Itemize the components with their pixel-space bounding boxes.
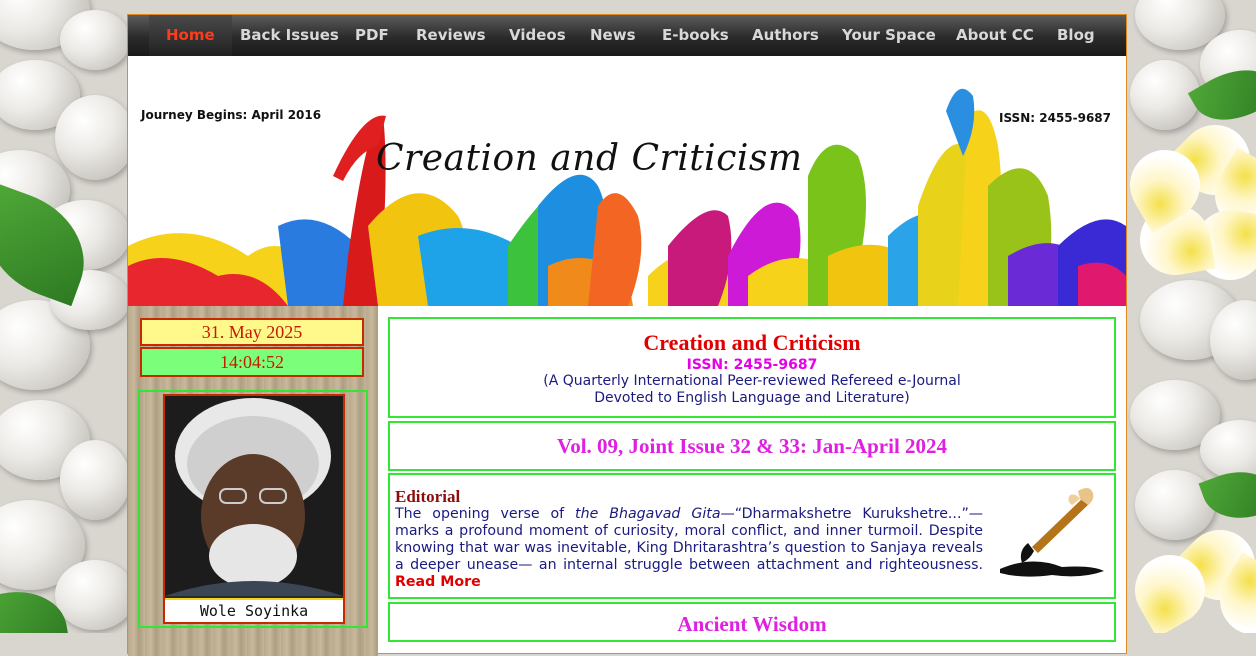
journal-issn: ISSN: 2455-9687 <box>686 357 818 373</box>
journal-title: Creation and Criticism <box>643 330 861 355</box>
featured-author-frame: Wole Soyinka <box>138 390 368 628</box>
nav-blog[interactable]: Blog <box>1057 15 1095 56</box>
editorial-title: Editorial <box>395 487 461 506</box>
main-page-container: Home Back Issues PDF Reviews Videos News… <box>127 14 1127 656</box>
nav-reviews[interactable]: Reviews <box>416 15 486 56</box>
read-more-link[interactable]: Read More <box>395 574 481 590</box>
header-banner: Journey Begins: April 2016 ISSN: 2455-96… <box>128 56 1126 306</box>
paintbrush-icon <box>1000 488 1104 577</box>
nav-about-cc[interactable]: About CC <box>956 15 1034 56</box>
journal-description-line1: (A Quarterly International Peer-reviewed… <box>543 373 961 389</box>
nav-home[interactable]: Home <box>149 15 232 56</box>
editorial-box: Editorial The opening verse of the Bhaga… <box>388 473 1116 599</box>
current-issue-box[interactable]: Vol. 09, Joint Issue 32 & 33: Jan-April … <box>388 421 1116 471</box>
nav-ebooks[interactable]: E-books <box>662 15 729 56</box>
time-display: 14:04:52 <box>140 347 364 377</box>
portrait-image <box>165 396 343 596</box>
editorial-text-italic: the Bhagavad Gita <box>575 506 721 522</box>
journal-description-line2: Devoted to English Language and Literatu… <box>594 390 910 406</box>
journey-begins-text: Journey Begins: April 2016 <box>141 108 322 122</box>
main-nav-bar: Home Back Issues PDF Reviews Videos News… <box>128 15 1126 57</box>
editorial-text: The opening verse of the Bhagavad Gita—“… <box>395 506 983 591</box>
left-sidebar: 31. May 2025 14:04:52 Wole Soyinka <box>128 306 378 656</box>
nav-back-issues[interactable]: Back Issues <box>240 15 339 56</box>
ancient-wisdom-heading: Ancient Wisdom <box>677 612 827 636</box>
banner-title: Creation and Criticism <box>376 138 803 179</box>
nav-videos[interactable]: Videos <box>509 15 566 56</box>
paint-splash-graphic <box>128 88 1126 306</box>
nav-news[interactable]: News <box>590 15 636 56</box>
ancient-wisdom-box: Ancient Wisdom <box>388 602 1116 642</box>
date-display: 31. May 2025 <box>140 318 364 346</box>
nav-pdf[interactable]: PDF <box>355 15 389 56</box>
banner-issn: ISSN: 2455-9687 <box>998 111 1111 125</box>
journal-info-box: Creation and Criticism ISSN: 2455-9687 (… <box>388 317 1116 418</box>
portrait-caption: Wole Soyinka <box>165 598 343 622</box>
editorial-text-part: The opening verse of <box>395 506 576 522</box>
nav-your-space[interactable]: Your Space <box>842 15 936 56</box>
current-issue-label[interactable]: Vol. 09, Joint Issue 32 & 33: Jan-April … <box>557 434 947 458</box>
author-portrait[interactable]: Wole Soyinka <box>163 394 345 624</box>
nav-authors[interactable]: Authors <box>752 15 819 56</box>
